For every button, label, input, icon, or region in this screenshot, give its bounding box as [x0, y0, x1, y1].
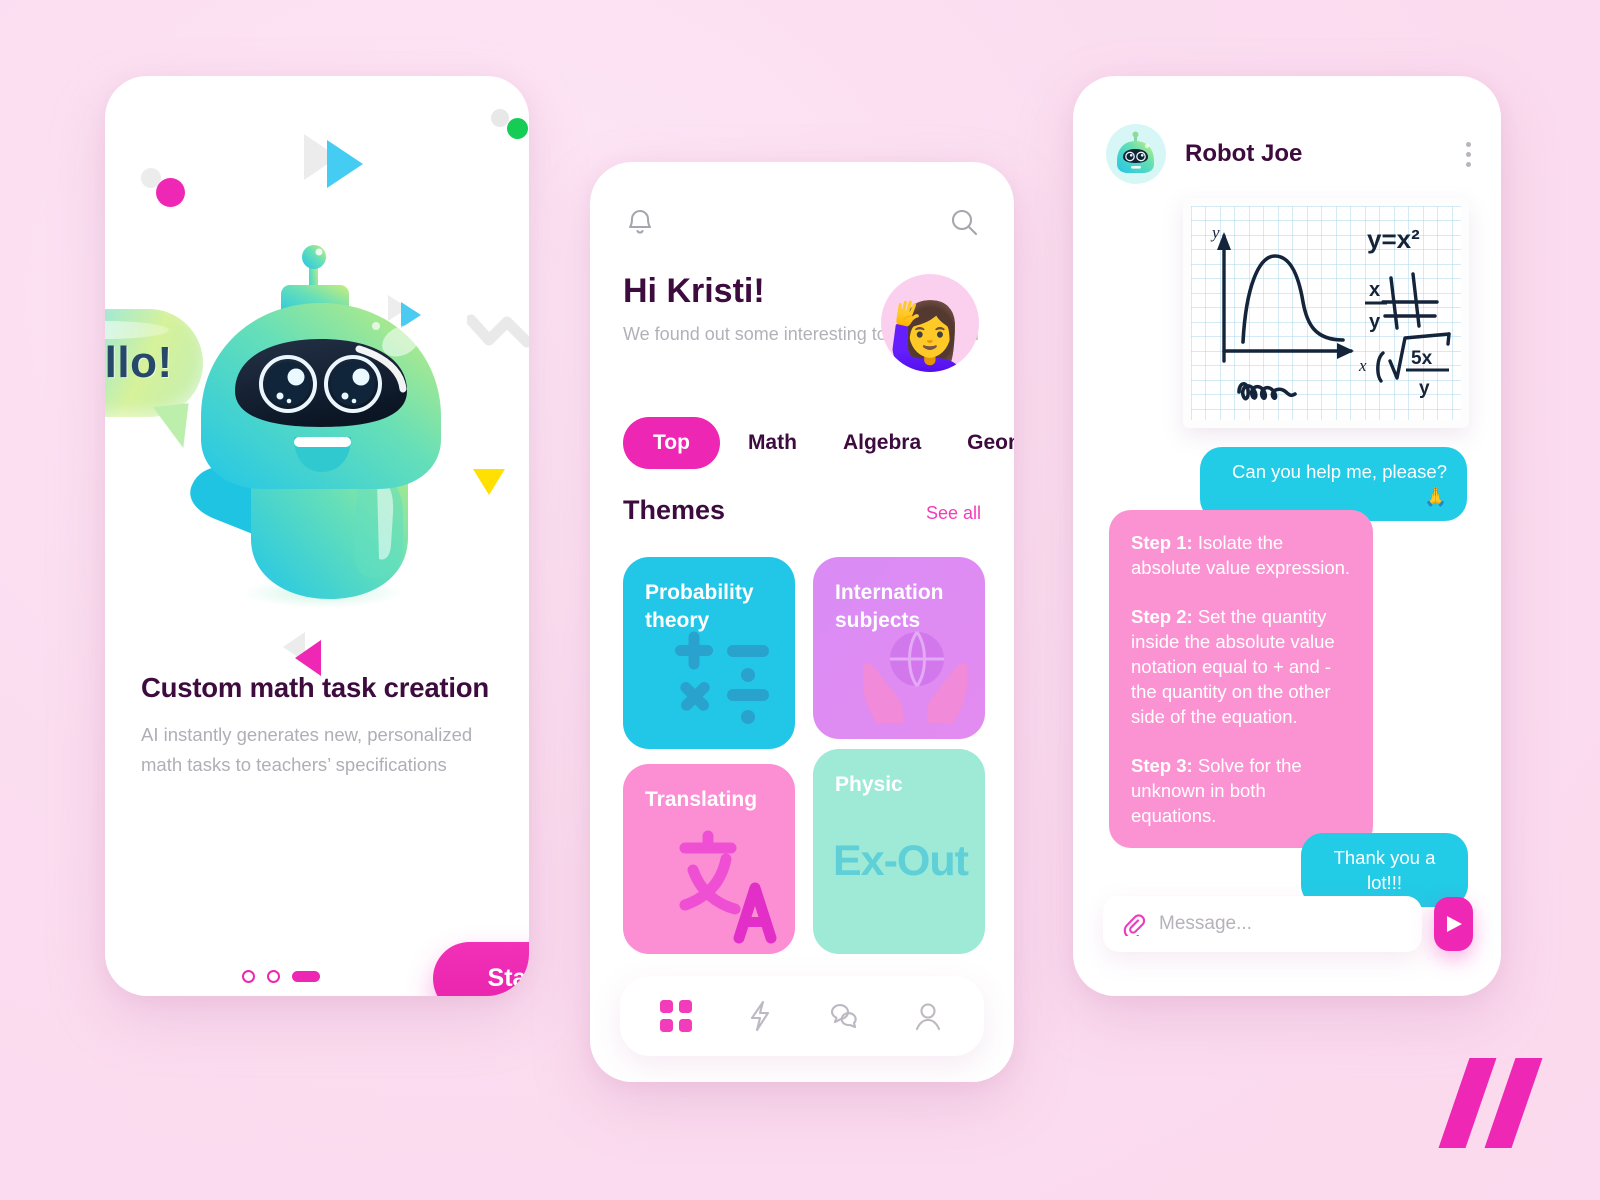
chat-message-bot: Step 1: Isolate the absolute value expre… [1109, 510, 1373, 848]
page-subtitle: AI instantly generates new, personalized… [141, 724, 473, 775]
svg-text:y: y [1419, 378, 1430, 399]
globe-in-hands-icon [863, 631, 967, 723]
robot-avatar-icon[interactable] [1106, 124, 1166, 184]
cyan-triangle-right [327, 140, 363, 188]
send-icon [1446, 916, 1462, 932]
bubble-tail [152, 403, 194, 451]
theme-card-international[interactable]: Internation subjects [813, 557, 985, 739]
nav-dashboard[interactable] [654, 994, 698, 1038]
theme-card-physic[interactable]: Physic Ex-Out [813, 749, 985, 954]
nav-profile[interactable] [906, 994, 950, 1038]
tab-math[interactable]: Math [730, 417, 815, 469]
tab-top[interactable]: Top [623, 417, 720, 469]
yellow-triangle-down [473, 469, 505, 495]
logo-slash-2 [1484, 1058, 1543, 1148]
message-input[interactable] [1159, 913, 1404, 935]
see-all-link[interactable]: See all [926, 503, 981, 524]
person-icon [915, 1003, 941, 1031]
onboarding-copy: Custom math task creation AI instantly g… [141, 672, 497, 780]
theme-card-label: Physic [835, 773, 903, 796]
bell-icon[interactable] [623, 205, 657, 239]
message-composer [1103, 890, 1473, 958]
theme-card-label: Probability theory [645, 581, 754, 632]
kebab-menu-icon[interactable] [1466, 141, 1471, 167]
search-icon[interactable] [947, 205, 981, 239]
tab-algebra[interactable]: Algebra [825, 417, 939, 469]
home-toolbar [623, 202, 981, 242]
themes-header: Themes See all [623, 495, 981, 526]
hello-text: Hello! [105, 338, 173, 387]
user-avatar[interactable]: 🙋‍♀️ [881, 274, 979, 372]
chat-bubbles-icon [830, 1004, 857, 1029]
logo-slash-1 [1438, 1058, 1497, 1148]
step-1-label: Step 1: [1131, 532, 1193, 553]
step-2-label: Step 2: [1131, 606, 1193, 627]
pagination-dot-1[interactable] [242, 970, 255, 983]
message-input-field[interactable] [1103, 896, 1422, 952]
themes-grid: Probability theory Internation subjects … [623, 557, 985, 957]
grid-icon [660, 1000, 692, 1032]
green-dot [507, 118, 528, 139]
theme-card-label: Translating [645, 788, 758, 811]
bubble-gloss [105, 321, 169, 339]
equation-y-eq-x2: y=x² [1367, 224, 1420, 254]
gray-zigzag [467, 314, 529, 348]
tab-geometry[interactable]: Geometry [949, 417, 1014, 469]
step-3-label: Step 3: [1131, 755, 1193, 776]
send-button[interactable] [1434, 897, 1473, 951]
chat-screen: Robot Joe y x y=x² x y 5x y Can you help… [1073, 76, 1501, 996]
translate-icon [679, 830, 777, 944]
math-whiteboard-image[interactable]: y x y=x² x y 5x y [1183, 198, 1469, 428]
magenta-dot [156, 178, 185, 207]
theme-card-probability[interactable]: Probability theory [623, 557, 795, 749]
home-screen: Hi Kristi! We found out some interesting… [590, 162, 1014, 1082]
svg-text:5x: 5x [1411, 348, 1433, 369]
magenta-triangle-left [295, 640, 321, 676]
axis-label-y: y [1210, 223, 1220, 242]
bottom-navigation [620, 976, 984, 1056]
avatar-emoji: 🙋‍♀️ [887, 300, 973, 372]
onboarding-screen: Hello! Custom math task creation AI inst… [105, 76, 529, 996]
theme-card-translating[interactable]: Translating [623, 764, 795, 954]
lightning-icon [750, 1000, 770, 1032]
pagination-dots[interactable] [242, 970, 320, 983]
svg-text:y: y [1369, 311, 1381, 333]
svg-text:x: x [1369, 279, 1380, 301]
double-slash-logo [1424, 1058, 1544, 1148]
start-button[interactable]: Start [433, 942, 529, 996]
robot-mascot-illustration [163, 221, 473, 611]
gray-dot [491, 109, 509, 127]
nav-activity[interactable] [738, 994, 782, 1038]
math-operators-icon [675, 631, 769, 724]
nav-chats[interactable] [822, 994, 866, 1038]
axis-label-x: x [1358, 356, 1367, 375]
category-tabs: Top Math Algebra Geometry [623, 415, 1014, 471]
section-title: Themes [623, 495, 726, 525]
chat-header: Robot Joe [1106, 124, 1471, 184]
ex-out-badge: Ex-Out [833, 837, 969, 885]
chat-contact-name: Robot Joe [1185, 140, 1303, 167]
pagination-dot-3-active[interactable] [292, 971, 320, 982]
pagination-dot-2[interactable] [267, 970, 280, 983]
paperclip-icon[interactable] [1121, 912, 1145, 936]
page-title: Custom math task creation [141, 672, 490, 703]
